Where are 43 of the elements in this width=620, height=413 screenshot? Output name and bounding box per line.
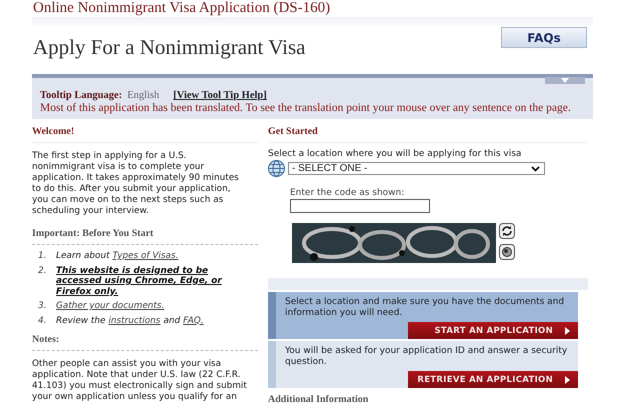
step-link[interactable]: FAQ. (183, 316, 204, 326)
refresh-icon (501, 225, 513, 237)
welcome-text: The first step in applying for a U.S. nonimmigrant visa is to complete your application. It takes approximately 90 minutes to do this. After you submit your application, you can move on to the next steps such as scheduling your interview. (32, 151, 240, 217)
chevron-down-icon (531, 166, 540, 172)
arrow-right-icon (565, 376, 570, 384)
translation-message: Most of this application has been translated. To see the translation point your mouse over any sentence on the page. (40, 102, 572, 114)
step-number: 3. (38, 301, 46, 312)
step-number: 1. (38, 251, 46, 262)
step-text: and (163, 316, 180, 326)
step-link[interactable]: Gather your documents. (56, 301, 164, 311)
tooltip-label: Tooltip Language: (40, 90, 122, 101)
section-heading: Get Started (268, 122, 588, 143)
step-text: Review the (56, 316, 106, 326)
step-text: Learn about (56, 251, 110, 261)
location-label: Select a location where you will be applying for this visa (268, 149, 522, 159)
globe-icon (268, 160, 285, 177)
action-text: You will be asked for your application ID and answer a security question. (285, 346, 568, 368)
caret-icon (561, 78, 569, 83)
section-heading: Additional Information (268, 393, 370, 407)
notes-text: Other people can assist you with your visa application. Note that under U.S. law (22 C.F.R. 41.103) you must electronically sign and submit your own application unless you qualify for an (32, 359, 248, 403)
speaker-icon (501, 246, 513, 258)
code-input[interactable] (290, 199, 430, 213)
code-label: Enter the code as shown: (290, 188, 406, 198)
tooltip-language: English (127, 90, 160, 101)
location-select[interactable]: - SELECT ONE - (288, 162, 545, 175)
step-link[interactable]: instructions (108, 316, 160, 326)
arrow-right-icon (565, 326, 570, 334)
faqs-button[interactable]: FAQs (501, 27, 587, 48)
application-button[interactable]: RETRIEVE AN APPLICATION (408, 371, 578, 388)
action-text: Select a location and make sure you have the documents and information you will need. (285, 297, 566, 319)
section-heading: Notes: (32, 334, 258, 351)
audio-button[interactable] (499, 244, 515, 260)
refresh-button[interactable] (499, 223, 515, 239)
site-title: Online Nonimmigrant Visa Application (DS-160) (32, 0, 332, 17)
page-title: Apply For a Nonimmigrant Visa (33, 35, 306, 60)
tooltip-help-link[interactable]: [View Tool Tip Help] (173, 90, 267, 101)
browser-notice: This website is designed to be accessed using Chrome, Edge, or Firefox only. (56, 266, 222, 296)
step-link[interactable]: Types of Visas. (112, 251, 178, 261)
step-number: 4. (38, 316, 46, 326)
section-heading: Welcome! (32, 122, 258, 143)
section-heading: Important: Before You Start (32, 228, 258, 245)
application-button[interactable]: START AN APPLICATION (408, 322, 578, 339)
step-number: 2. (38, 266, 46, 278)
